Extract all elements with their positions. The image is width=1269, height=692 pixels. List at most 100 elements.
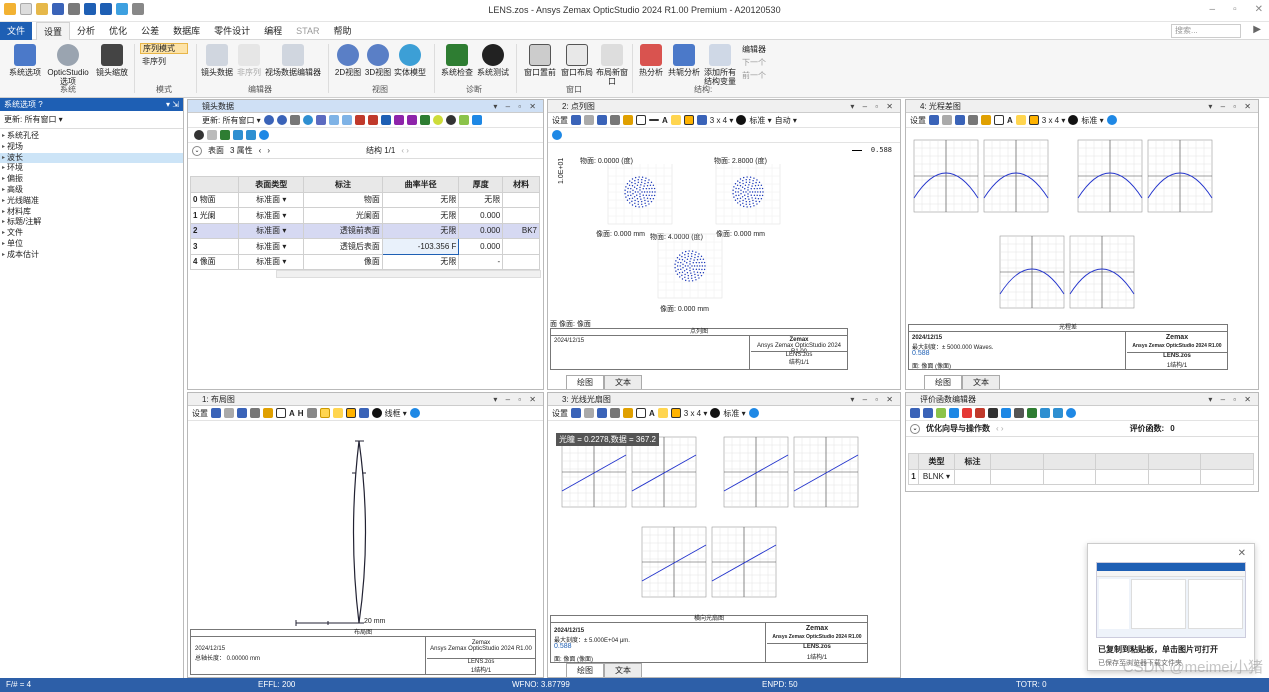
dimension-icon[interactable]: H xyxy=(298,409,304,418)
pencil-icon[interactable] xyxy=(623,408,633,418)
close-icon[interactable]: ✕ xyxy=(1255,4,1263,15)
previous-config-button[interactable]: 前一个 xyxy=(742,70,766,81)
shaded-model-button[interactable]: 实体模型 xyxy=(394,44,426,77)
menu-star[interactable]: STAR xyxy=(289,22,326,40)
text-icon[interactable]: A xyxy=(662,116,668,125)
help-icon[interactable] xyxy=(552,130,562,140)
tree-item-cost-estimator[interactable]: 成本估计 xyxy=(0,250,183,261)
save-icon[interactable] xyxy=(237,408,247,418)
update-dropdown[interactable]: 更新: 所有窗口 ▾ xyxy=(0,111,183,129)
radius-cell-editing[interactable]: -103.356 F xyxy=(381,238,460,255)
menu-file[interactable]: 文件 xyxy=(0,21,33,40)
tree-item-environment[interactable]: 环境 xyxy=(0,163,183,174)
copy-icon[interactable] xyxy=(224,408,234,418)
menu-tolerance[interactable]: 公差 xyxy=(134,22,166,40)
non-sequential-mode-button[interactable]: 非序列 xyxy=(140,57,188,66)
lock-icon[interactable] xyxy=(332,408,343,418)
minimize-icon[interactable]: – xyxy=(1210,4,1216,15)
search-input[interactable]: 搜索... xyxy=(1171,24,1241,38)
dollar-icon[interactable] xyxy=(1027,408,1037,418)
text-icon[interactable]: A xyxy=(1007,116,1013,125)
copy-icon[interactable] xyxy=(584,408,594,418)
sheet-icon[interactable] xyxy=(207,130,217,140)
delete-icon[interactable] xyxy=(962,408,972,418)
window-icon[interactable] xyxy=(696,115,707,125)
refresh-icon[interactable] xyxy=(571,115,581,125)
system-check-button[interactable]: 系统检查 xyxy=(440,44,474,77)
ray-trace-icon[interactable] xyxy=(328,115,339,125)
clock-icon[interactable] xyxy=(736,115,747,125)
clock-icon[interactable] xyxy=(1068,115,1079,125)
window-layout-button[interactable]: 窗口布局 xyxy=(560,44,594,77)
grid-dropdown[interactable]: 3 x 4 ▾ xyxy=(684,409,708,418)
standard-dropdown[interactable]: 标准 ▾ xyxy=(1081,115,1103,126)
swap-icon[interactable] xyxy=(1040,408,1050,418)
tab-text[interactable]: 文本 xyxy=(604,375,642,389)
prev-surface-icon[interactable]: ‹ xyxy=(259,146,262,155)
tab-plot[interactable]: 绘图 xyxy=(566,375,604,389)
refresh-icon[interactable] xyxy=(910,408,920,418)
add-surface-icon[interactable] xyxy=(289,115,300,125)
save-icon[interactable] xyxy=(597,408,607,418)
system-options-button[interactable]: 系统选项 xyxy=(8,44,42,77)
save-icon[interactable] xyxy=(923,408,933,418)
circle-icon[interactable] xyxy=(445,115,456,125)
menu-analyze[interactable]: 分析 xyxy=(70,22,102,40)
edit-icon[interactable] xyxy=(458,115,469,125)
opticstudio-options-button[interactable]: OpticStudio 选项 xyxy=(44,44,92,86)
maximize-icon[interactable]: ▫ xyxy=(1233,4,1237,15)
ball-icon[interactable] xyxy=(432,115,443,125)
tree-item-wavelengths[interactable]: 波长 xyxy=(0,152,183,164)
text-icon[interactable]: A xyxy=(289,409,295,418)
table-row[interactable]: 4 像面 标准面 ▾ 像面 无限 - xyxy=(189,253,540,270)
flag-icon[interactable] xyxy=(419,115,430,125)
make-all-config-variable-button[interactable]: 添加所有结构变量 xyxy=(702,44,738,86)
ray-trace2-icon[interactable] xyxy=(341,115,352,125)
screenshot-thumbnail[interactable] xyxy=(1096,562,1246,638)
wizard-icon[interactable] xyxy=(975,408,985,418)
grid-dropdown[interactable]: 3 x 4 ▾ xyxy=(1042,116,1066,125)
next-surface-icon[interactable]: › xyxy=(267,146,270,155)
tab-plot[interactable]: 绘图 xyxy=(566,663,604,677)
lock-icon[interactable] xyxy=(670,115,681,125)
search-arrow-icon[interactable]: ▶ xyxy=(1253,24,1261,35)
new-window-layout-button[interactable]: 布局新窗口 xyxy=(596,44,628,86)
non-sequential-editor-button[interactable]: 非序列 xyxy=(236,44,262,77)
rectangle-icon[interactable] xyxy=(636,408,646,418)
horizontal-scrollbar[interactable] xyxy=(276,270,541,278)
stop-icon[interactable] xyxy=(988,408,998,418)
standard-dropdown[interactable]: 标准 ▾ xyxy=(749,115,771,126)
help-icon[interactable] xyxy=(259,130,269,140)
clipboard-notification[interactable]: ✕ 已复制到粘贴板，单击图片可打开 已保存至浏览器下载文件夹 xyxy=(1087,543,1255,671)
print-icon[interactable] xyxy=(610,408,620,418)
tab-text[interactable]: 文本 xyxy=(604,663,642,677)
pencil-icon[interactable] xyxy=(623,115,633,125)
tree-item-files[interactable]: 文件 xyxy=(0,228,183,239)
grid-icon[interactable] xyxy=(315,115,326,125)
layout-icon[interactable] xyxy=(1028,115,1039,125)
rectangle-icon[interactable] xyxy=(994,115,1004,125)
menu-optimize[interactable]: 优化 xyxy=(102,22,134,40)
toggle-icon[interactable] xyxy=(1014,408,1024,418)
layout-icon[interactable] xyxy=(345,408,356,418)
table-row[interactable]: 1 BLNK ▾ xyxy=(908,468,1254,485)
arrow-right-icon[interactable] xyxy=(246,130,256,140)
config-editor-button[interactable]: 编辑器 xyxy=(742,44,766,55)
standard-dropdown[interactable]: 标准 ▾ xyxy=(723,408,745,419)
tab-plot[interactable]: 绘图 xyxy=(924,375,962,389)
refresh-icon[interactable] xyxy=(571,408,581,418)
help-circle-icon[interactable] xyxy=(471,115,482,125)
settings-button[interactable]: 设置 xyxy=(910,115,926,126)
toggle-icon[interactable] xyxy=(194,130,204,140)
lens-data-button[interactable]: 镜头数据 xyxy=(200,44,234,77)
tree-item-aperture[interactable]: 系统孔径 xyxy=(0,131,183,142)
menu-part-designer[interactable]: 零件设计 xyxy=(207,22,257,40)
print-icon[interactable] xyxy=(968,115,978,125)
wizard-label[interactable]: 优化向导与操作数 xyxy=(926,423,990,434)
menu-setup[interactable]: 设置 xyxy=(36,21,71,40)
refresh-icon[interactable] xyxy=(211,408,221,418)
clock-icon[interactable] xyxy=(710,408,721,418)
tree-item-units[interactable]: 单位 xyxy=(0,239,183,250)
next-config-button[interactable]: 下一个 xyxy=(742,57,766,68)
line-icon[interactable] xyxy=(649,119,659,121)
